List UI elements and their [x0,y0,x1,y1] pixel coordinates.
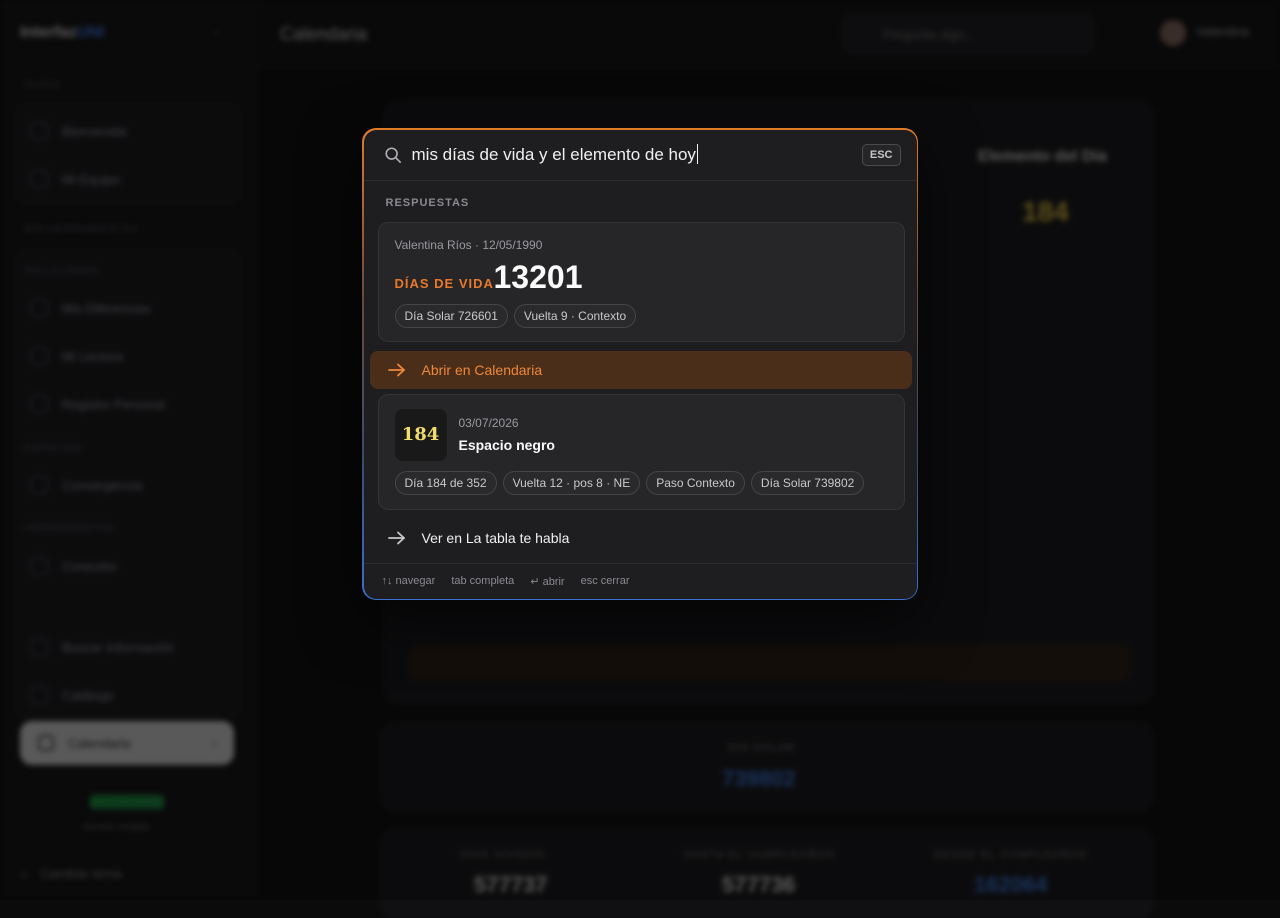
chip-vuelta-pos: Vuelta 12 · pos 8 · NE [502,470,641,495]
arrow-right-icon [387,531,405,544]
palette-search-bar: mis días de vida y el elemento de hoy ES… [363,130,917,181]
chip-solar-day: Día Solar 726601 [394,303,508,328]
keyboard-hints: ↑↓ navegar tab completa ↵ abrir esc cerr… [363,562,917,599]
arrow-right-icon [387,363,405,376]
result-chips: Día Solar 726601 Vuelta 9 · Contexto [394,303,637,328]
results-section-label: RESPUESTAS [385,196,470,209]
life-days-result[interactable]: Valentina Ríos · 12/05/1990 DÍAS DE VIDA… [377,221,905,342]
open-table-action[interactable]: Ver en La tabla te habla [370,519,912,557]
text-caret [696,143,698,164]
chip-paso: Paso Contexto [646,470,745,495]
hint-tab: tab completa [451,575,515,587]
action-label: Abrir en Calendaria [421,361,543,378]
hint-open: ↵ abrir [530,575,565,588]
result-meta: Valentina Ríos · 12/05/1990 [394,237,543,252]
action-label: Ver en La tabla te habla [421,529,570,546]
life-days-label: DÍAS DE VIDA [394,275,494,291]
life-days-value: 13201 [493,258,583,295]
command-palette: mis días de vida y el elemento de hoy ES… [362,128,918,600]
open-calendaria-action[interactable]: Abrir en Calendaria [369,350,912,389]
chip-vuelta: Vuelta 9 · Contexto [513,303,637,328]
hint-navigate: ↑↓ navegar [381,575,436,587]
search-icon [384,146,401,163]
element-date: 03/07/2026 [458,415,519,430]
element-of-day-result[interactable]: 184 03/07/2026 Espacio negro Día 184 de … [377,393,905,510]
esc-close-button[interactable]: ESC [861,143,901,166]
element-tile: 184 [394,408,447,461]
chip-solar-day: Día Solar 739802 [750,470,865,495]
result-chips: Día 184 de 352 Vuelta 12 · pos 8 · NE Pa… [394,470,865,495]
chip-day-of-cycle: Día 184 de 352 [394,470,497,495]
hint-close: esc cerrar [580,575,630,587]
search-input[interactable]: mis días de vida y el elemento de hoy [412,143,698,165]
element-name: Espacio negro [458,436,555,453]
